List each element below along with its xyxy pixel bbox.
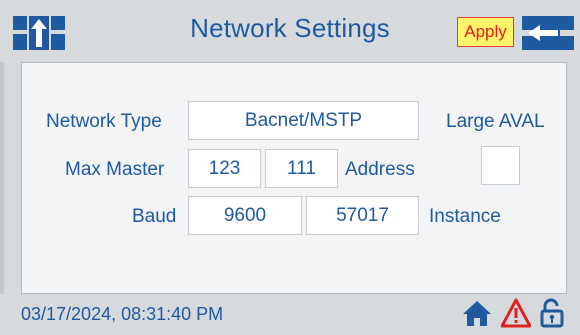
back-arrow-icon[interactable] xyxy=(522,16,574,50)
max-master-label: Max Master xyxy=(65,159,165,180)
large-aval-checkbox[interactable] xyxy=(481,146,520,185)
header: Network Settings Apply xyxy=(0,0,580,64)
max-master-field[interactable]: 123 xyxy=(188,149,261,188)
home-icon[interactable] xyxy=(462,298,492,328)
instance-label: Instance xyxy=(429,206,501,227)
footer: 03/17/2024, 08:31:40 PM xyxy=(0,295,580,335)
unlock-icon[interactable] xyxy=(537,298,567,328)
left-edge-shadow xyxy=(0,62,4,294)
apply-button[interactable]: Apply xyxy=(457,17,514,47)
address-field[interactable]: 111 xyxy=(265,149,338,188)
baud-field[interactable]: 9600 xyxy=(188,196,302,235)
warning-icon[interactable] xyxy=(501,298,531,328)
network-type-field[interactable]: Bacnet/MSTP xyxy=(188,101,419,140)
large-aval-label: Large AVAL xyxy=(446,111,545,132)
instance-field[interactable]: 57017 xyxy=(306,196,419,235)
network-type-label: Network Type xyxy=(46,111,162,132)
address-label: Address xyxy=(345,159,415,180)
baud-label: Baud xyxy=(132,206,177,227)
datetime: 03/17/2024, 08:31:40 PM xyxy=(21,304,224,324)
screen: Network Settings Apply Network Type Bacn… xyxy=(0,0,580,335)
settings-panel: Network Type Bacnet/MSTP Large AVAL Max … xyxy=(21,62,567,294)
